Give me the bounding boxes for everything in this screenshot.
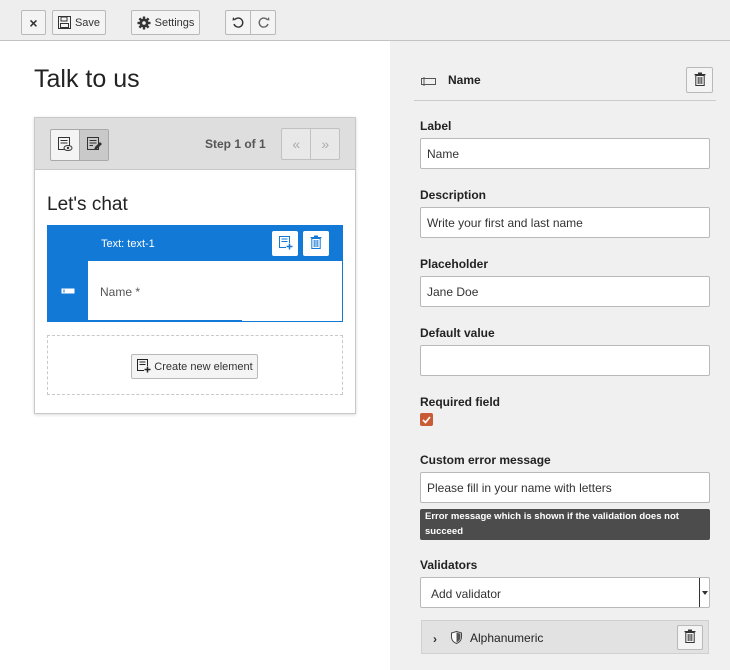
abstract-mode-button[interactable]: [79, 130, 108, 160]
undo-icon: [232, 16, 245, 29]
stage-header: Step 1 of 1 « »: [35, 118, 355, 170]
add-element-icon: [136, 358, 152, 376]
label-field-label: Label: [420, 119, 452, 133]
element-handle[interactable]: [48, 261, 88, 321]
settings-label: Settings: [154, 16, 195, 29]
step-label: Step 1 of 1: [205, 137, 266, 151]
form-title: Talk to us: [34, 65, 140, 93]
element-field-label: Name *: [100, 285, 141, 299]
stage-panel: Step 1 of 1 « » Let's chat Text: text-1: [34, 117, 356, 414]
add-validator-select[interactable]: Add validator: [420, 577, 710, 608]
create-new-element-button[interactable]: Create new element: [131, 354, 258, 379]
undo-button[interactable]: [225, 10, 251, 35]
trash-icon: [694, 72, 706, 89]
add-validator-value: Add validator: [431, 587, 502, 601]
error-message-hint: Error message which is shown if the vali…: [420, 509, 710, 540]
default-value-input[interactable]: [420, 345, 710, 376]
trash-icon: [684, 629, 696, 646]
checkmark-icon: [422, 413, 431, 427]
shield-icon: [451, 630, 462, 647]
close-icon: ×: [29, 14, 38, 31]
description-field-label: Description: [420, 188, 487, 202]
validator-name: Alphanumeric: [470, 631, 544, 645]
inspector-title: Name: [448, 73, 481, 87]
validator-item-alphanumeric[interactable]: › Alphanumeric: [421, 620, 709, 654]
element-new-button[interactable]: [272, 231, 298, 256]
view-mode-group: [50, 129, 109, 161]
inspector-pane: Name Label Description Placeholder Defau…: [390, 41, 730, 670]
placeholder-field-label: Placeholder: [420, 257, 489, 271]
save-icon: [57, 16, 71, 29]
save-label: Save: [74, 16, 101, 29]
settings-button[interactable]: Settings: [131, 10, 200, 35]
redo-icon: [257, 16, 270, 29]
placeholder-input[interactable]: [420, 276, 710, 307]
toolbar: × Save Settings: [0, 0, 730, 41]
label-input[interactable]: [420, 138, 710, 169]
next-page-button[interactable]: »: [310, 129, 339, 159]
stage-pane: Talk to us Step 1 of 1 « » Let's chat Te…: [0, 41, 390, 670]
element-delete-button[interactable]: [303, 231, 329, 256]
default-value-field-label: Default value: [420, 326, 495, 340]
previous-page-button[interactable]: «: [282, 129, 310, 159]
page-pager: « »: [281, 128, 340, 160]
error-message-field-label: Custom error message: [420, 453, 551, 467]
gear-icon: [137, 16, 151, 30]
element-underline: [88, 320, 242, 322]
edit-form-icon: [86, 136, 103, 155]
caret-down-icon: [699, 578, 709, 607]
text-field-icon: [421, 75, 436, 89]
preview-icon: [57, 136, 73, 155]
validator-delete-button[interactable]: [677, 625, 703, 650]
inspector-delete-button[interactable]: [686, 67, 713, 93]
double-chevron-left-icon: «: [292, 136, 301, 152]
inspector-header: Name: [414, 56, 716, 101]
trash-icon: [310, 235, 322, 252]
description-input[interactable]: [420, 207, 710, 238]
required-field-label: Required field: [420, 395, 501, 409]
preview-mode-button[interactable]: [51, 130, 79, 160]
text-field-icon: [61, 284, 75, 298]
save-button[interactable]: Save: [52, 10, 106, 35]
error-message-input[interactable]: [420, 472, 710, 503]
add-element-icon: [278, 235, 293, 253]
element-type-label: Text: text-1: [101, 238, 155, 250]
element-toolbar: Text: text-1: [48, 226, 342, 261]
required-checkbox[interactable]: [420, 413, 433, 426]
chevron-right-icon[interactable]: ›: [433, 632, 437, 646]
double-chevron-right-icon: »: [321, 136, 330, 152]
validators-label: Validators: [420, 558, 478, 572]
create-element-zone: Create new element: [47, 335, 343, 395]
page-heading: Let's chat: [47, 194, 128, 215]
selected-element-text-1[interactable]: Text: text-1 Name *: [47, 225, 343, 322]
create-new-element-label: Create new element: [154, 360, 253, 373]
redo-button[interactable]: [250, 10, 276, 35]
close-button[interactable]: ×: [21, 10, 46, 35]
